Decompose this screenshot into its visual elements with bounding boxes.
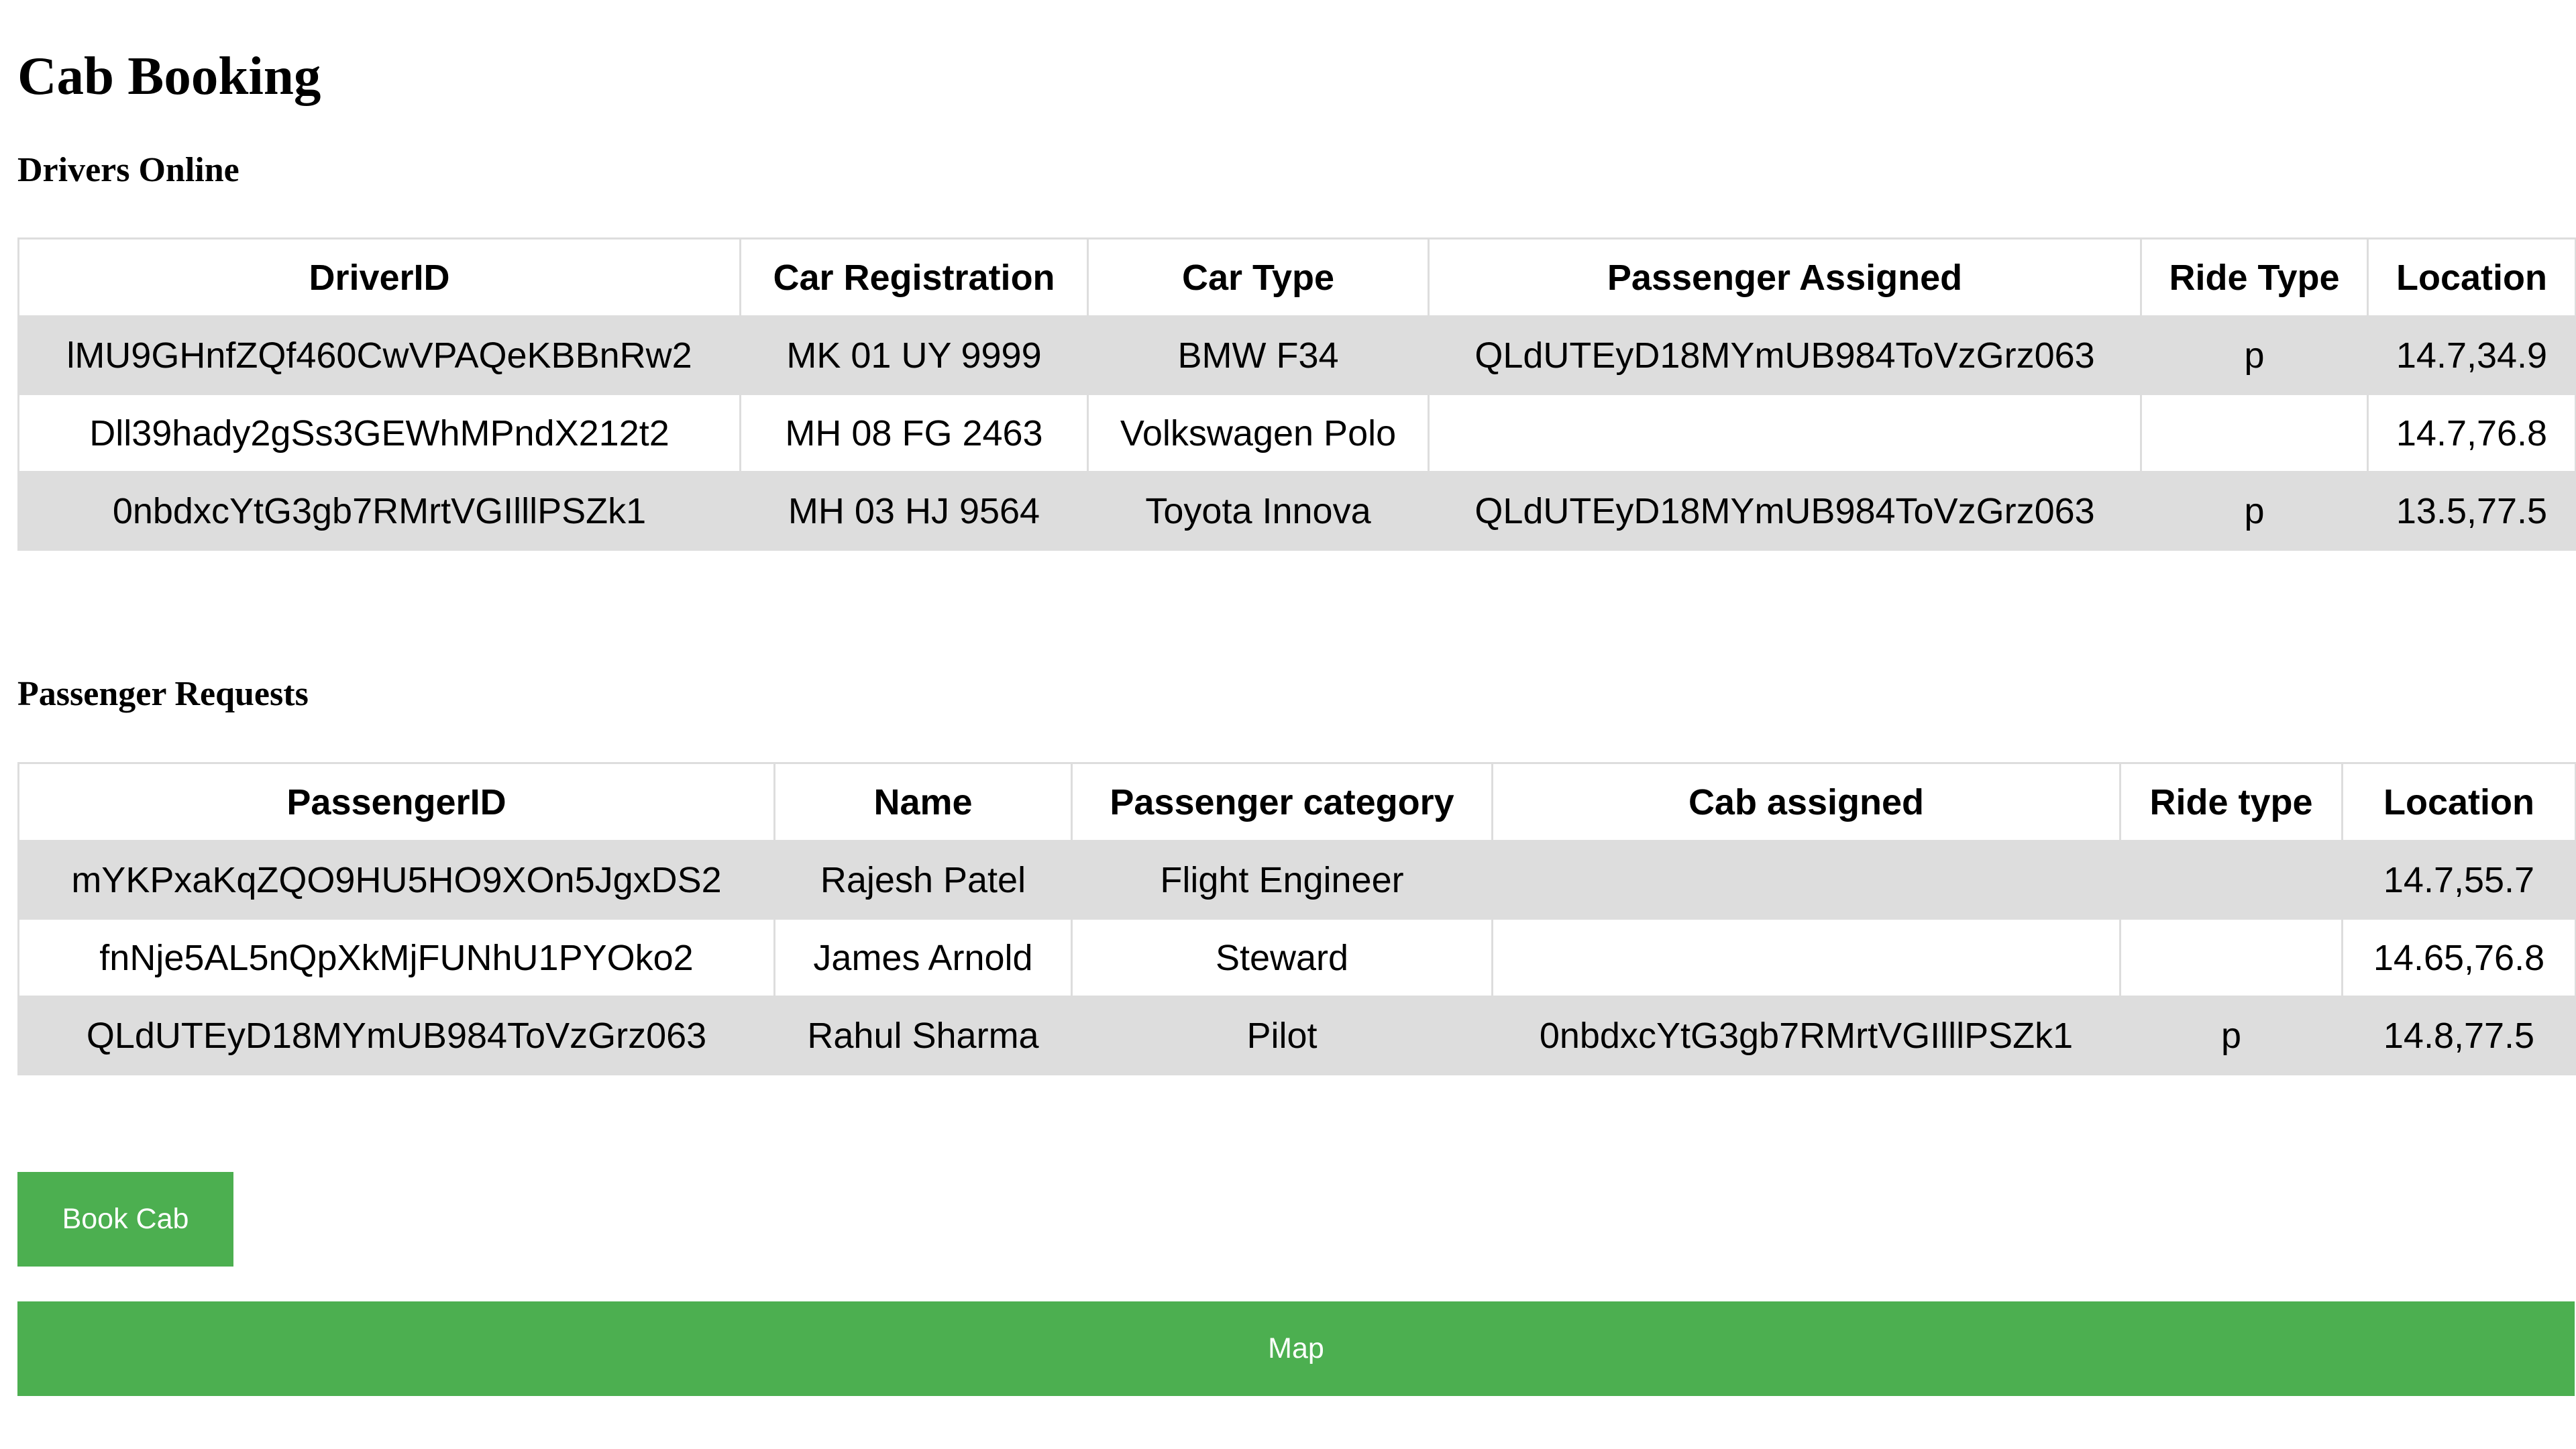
passenger-category-cell: Steward — [1071, 918, 1493, 998]
location-cell: 14.7,76.8 — [2367, 393, 2576, 473]
table-row: QLdUTEyD18MYmUB984ToVzGrz063 Rahul Sharm… — [17, 996, 2576, 1075]
column-header-cab-assigned: Cab assigned — [1491, 762, 2121, 842]
car-registration-cell: MH 08 FG 2463 — [739, 393, 1089, 473]
passenger-id-cell: fnNje5AL5nQpXkMjFUNhU1PYOko2 — [17, 918, 775, 998]
passenger-name-cell: James Arnold — [773, 918, 1073, 998]
passenger-requests-table: PassengerID Name Passenger category Cab … — [17, 762, 2576, 1075]
column-header-passenger-id: PassengerID — [17, 762, 775, 842]
location-cell: 14.7,34.9 — [2367, 315, 2576, 395]
ride-type-cell — [2140, 393, 2369, 473]
ride-type-cell: p — [2140, 315, 2369, 395]
map-button[interactable]: Map — [17, 1301, 2575, 1396]
table-row: fnNje5AL5nQpXkMjFUNhU1PYOko2 James Arnol… — [17, 918, 2576, 998]
table-header-row: PassengerID Name Passenger category Cab … — [17, 762, 2576, 842]
car-type-cell: Toyota Innova — [1087, 471, 1430, 551]
column-header-ride-type: Ride type — [2119, 762, 2343, 842]
cab-assigned-cell — [1491, 918, 2121, 998]
passenger-category-cell: Pilot — [1071, 996, 1493, 1075]
column-header-car-type: Car Type — [1087, 237, 1430, 317]
column-header-ride-type: Ride Type — [2140, 237, 2369, 317]
column-header-passenger-assigned: Passenger Assigned — [1428, 237, 2142, 317]
column-header-name: Name — [773, 762, 1073, 842]
car-type-cell: BMW F34 — [1087, 315, 1430, 395]
car-registration-cell: MK 01 UY 9999 — [739, 315, 1089, 395]
passenger-assigned-cell — [1428, 393, 2142, 473]
ride-type-cell: p — [2140, 471, 2369, 551]
car-registration-cell: MH 03 HJ 9564 — [739, 471, 1089, 551]
column-header-car-registration: Car Registration — [739, 237, 1089, 317]
column-header-location: Location — [2341, 762, 2576, 842]
column-header-location: Location — [2367, 237, 2576, 317]
location-cell: 13.5,77.5 — [2367, 471, 2576, 551]
table-row: mYKPxaKqZQO9HU5HO9XOn5JgxDS2 Rajesh Pate… — [17, 840, 2576, 920]
passenger-category-cell: Flight Engineer — [1071, 840, 1493, 920]
passenger-id-cell: QLdUTEyD18MYmUB984ToVzGrz063 — [17, 996, 775, 1075]
passenger-name-cell: Rahul Sharma — [773, 996, 1073, 1075]
cab-assigned-cell — [1491, 840, 2121, 920]
drivers-online-table: DriverID Car Registration Car Type Passe… — [17, 237, 2576, 551]
page: Cab Booking Drivers Online DriverID Car … — [0, 0, 2576, 1449]
ride-type-cell: p — [2119, 996, 2343, 1075]
drivers-online-heading: Drivers Online — [17, 151, 239, 189]
passenger-assigned-cell: QLdUTEyD18MYmUB984ToVzGrz063 — [1428, 471, 2142, 551]
location-cell: 14.7,55.7 — [2341, 840, 2576, 920]
column-header-passenger-category: Passenger category — [1071, 762, 1493, 842]
cab-assigned-cell: 0nbdxcYtG3gb7RMrtVGIlllPSZk1 — [1491, 996, 2121, 1075]
table-row: Dll39hady2gSs3GEWhMPndX212t2 MH 08 FG 24… — [17, 393, 2576, 473]
location-cell: 14.65,76.8 — [2341, 918, 2576, 998]
table-header-row: DriverID Car Registration Car Type Passe… — [17, 237, 2576, 317]
passenger-assigned-cell: QLdUTEyD18MYmUB984ToVzGrz063 — [1428, 315, 2142, 395]
column-header-driver-id: DriverID — [17, 237, 741, 317]
table-row: lMU9GHnfZQf460CwVPAQeKBBnRw2 MK 01 UY 99… — [17, 315, 2576, 395]
page-title: Cab Booking — [17, 46, 321, 106]
ride-type-cell — [2119, 918, 2343, 998]
passenger-name-cell: Rajesh Patel — [773, 840, 1073, 920]
driver-id-cell: 0nbdxcYtG3gb7RMrtVGIlllPSZk1 — [17, 471, 741, 551]
car-type-cell: Volkswagen Polo — [1087, 393, 1430, 473]
driver-id-cell: lMU9GHnfZQf460CwVPAQeKBBnRw2 — [17, 315, 741, 395]
book-cab-button[interactable]: Book Cab — [17, 1172, 233, 1267]
driver-id-cell: Dll39hady2gSs3GEWhMPndX212t2 — [17, 393, 741, 473]
table-row: 0nbdxcYtG3gb7RMrtVGIlllPSZk1 MH 03 HJ 95… — [17, 471, 2576, 551]
ride-type-cell — [2119, 840, 2343, 920]
passenger-requests-heading: Passenger Requests — [17, 675, 309, 713]
passenger-id-cell: mYKPxaKqZQO9HU5HO9XOn5JgxDS2 — [17, 840, 775, 920]
location-cell: 14.8,77.5 — [2341, 996, 2576, 1075]
